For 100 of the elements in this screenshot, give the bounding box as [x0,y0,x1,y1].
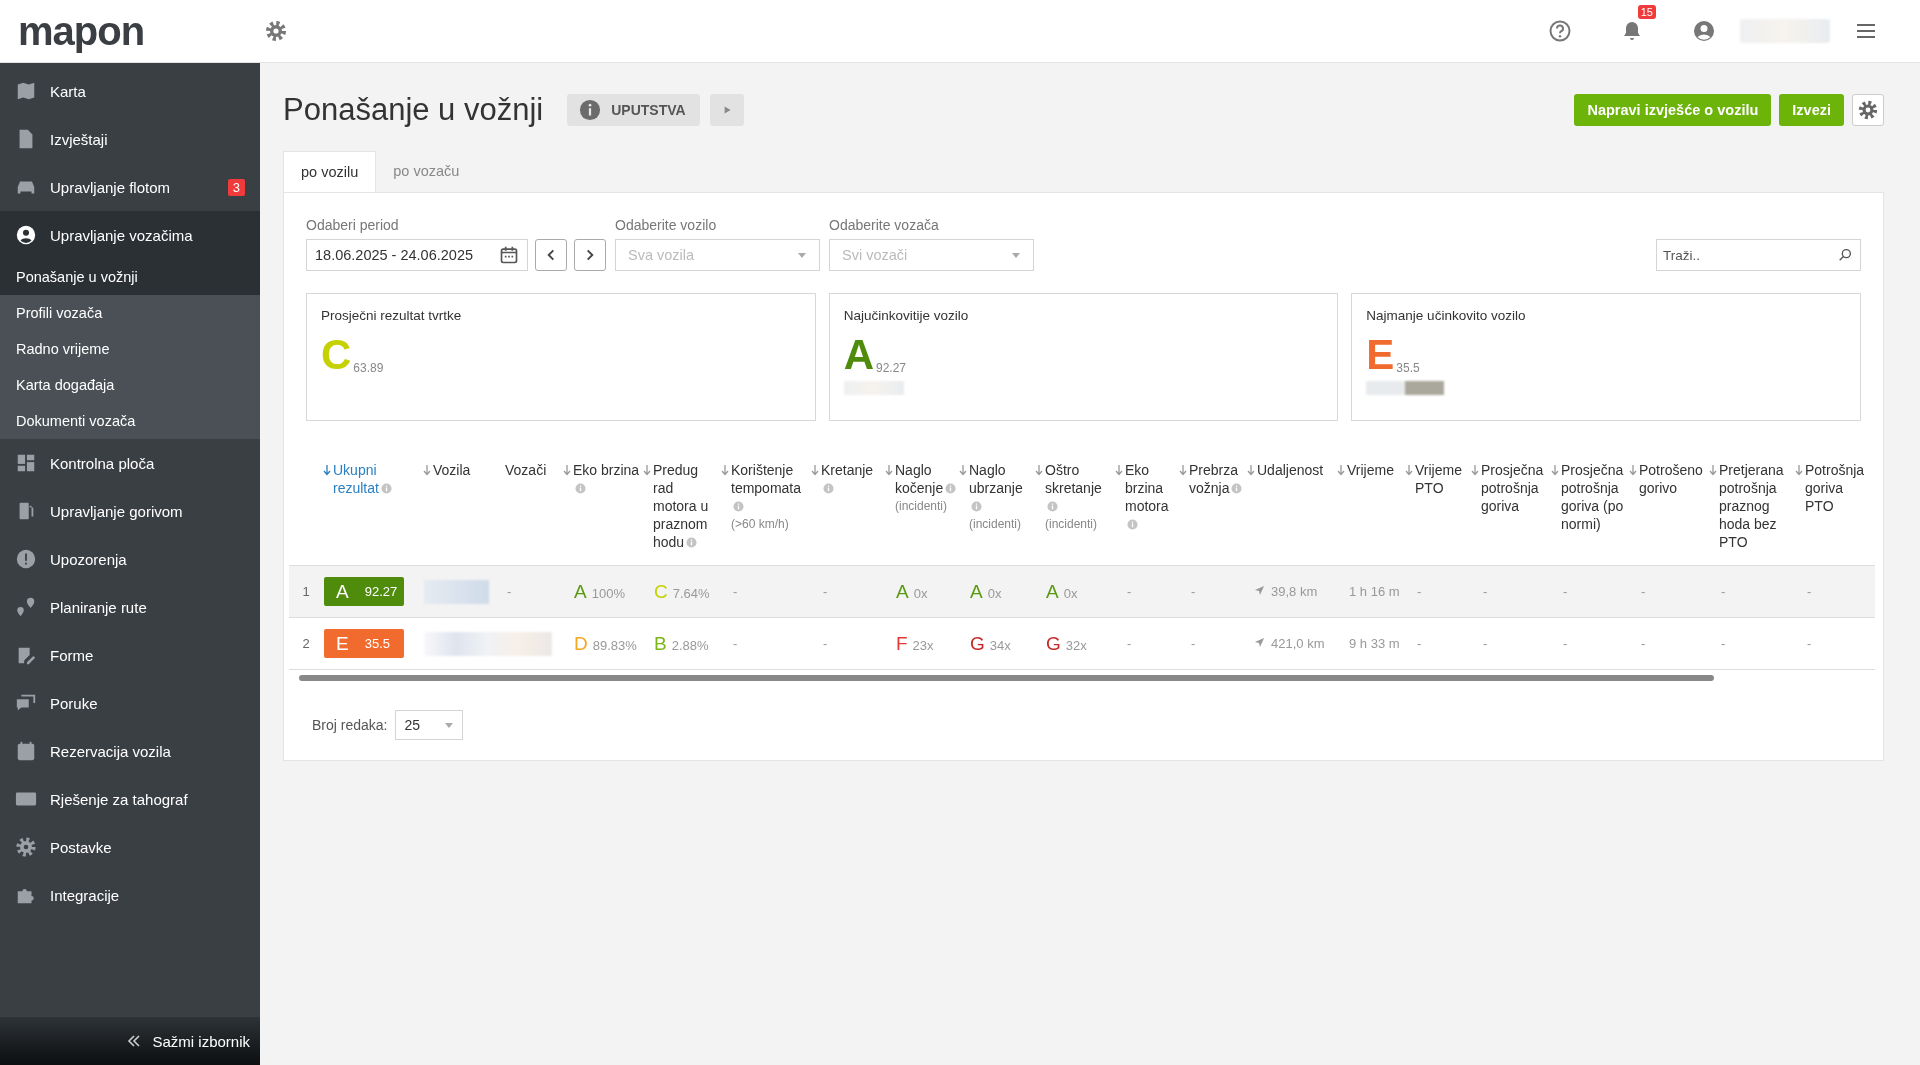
sidebar-subitem[interactable]: Ponašanje u vožnji [0,259,260,295]
column-header[interactable]: Vozila [423,449,495,566]
table-cell: - [495,565,563,618]
table-cell: - [811,565,885,618]
sidebar-item[interactable]: Kontrolna ploča [0,439,260,487]
table-cell: - [1629,617,1709,670]
next-button[interactable] [574,239,606,271]
column-header[interactable]: Kretanje [811,449,885,566]
column-header[interactable]: Naglo ubrzanje (incidenti) [959,449,1035,566]
table-cell: - [1115,617,1179,670]
table-cell: - [1709,617,1795,670]
table-cell: - [1405,617,1471,670]
sidebar-subitem[interactable]: Radno vrijeme [0,331,260,367]
grade-letter: A [843,335,874,375]
sidebar-item[interactable]: Forme [0,631,260,679]
table-cell: - [1795,617,1875,670]
user-icon[interactable] [1692,19,1716,43]
score-value: 63.89 [353,361,384,375]
sidebar-item[interactable]: Upravljanje flotom 3 [0,163,260,211]
settings-button[interactable] [1852,94,1884,126]
column-header[interactable]: Udaljenost [1247,449,1337,566]
rows-per-page-label: Broj redaka: [312,717,388,733]
distance-value: 421,0 km [1271,636,1325,651]
table-cell: - [1179,617,1247,670]
field-label: Odaberite vozača [829,217,940,233]
settings-icon [15,836,37,858]
column-header[interactable]: Eko brzina motora [1115,449,1179,566]
column-header[interactable]: Pretjerana potrošnja praznog hoda bez PTO [1709,449,1795,566]
table-cell: - [1471,617,1551,670]
column-header[interactable]: Predug rad motora u praznom hodu [643,449,721,566]
map-icon [15,80,37,102]
score-value: 92.27 [876,361,907,375]
sidebar-item[interactable]: Izvještaji [0,115,260,163]
column-header[interactable]: Naglo kočenje (incidenti) [885,449,959,566]
score-badge: E 35.5 [324,629,404,658]
column-header[interactable]: Prosječna potrošnja goriva (po normi) [1551,449,1629,566]
grade-value: 2.88% [671,637,709,653]
caret-icon [444,720,455,730]
blurred-name [424,579,489,604]
column-header[interactable]: Vrijeme [1337,449,1405,566]
guide-button[interactable]: UPUTSTVA [567,94,700,126]
table-cell: - [1405,565,1471,618]
table-cell: - [811,617,885,670]
row-number: 2 [289,617,323,670]
caret-icon [1011,250,1021,260]
grade-value: 0x [1063,585,1078,601]
grade-letter: A [574,580,587,602]
distance-value: 39,8 km [1271,584,1318,599]
notification-count: 15 [1637,5,1656,19]
alert-icon [15,548,37,570]
column-header[interactable]: Potrošnja goriva PTO [1795,449,1875,566]
grade-letter: E [1366,335,1395,375]
table-cell: - [1471,565,1551,618]
field-label: Odaberi period [306,217,400,233]
help-icon[interactable] [1548,19,1572,43]
table-cell: - [1551,565,1629,618]
sidebar-item[interactable]: Upravljanje gorivom [0,487,260,535]
column-note: (incidenti) [1045,516,1099,533]
table-cell: 9 h 33 m [1337,617,1405,670]
column-header[interactable]: Potrošeno gorivo [1629,449,1709,566]
sidebar-item[interactable]: Planiranje rute [0,583,260,631]
table-cell: 1 h 16 m [1337,565,1405,618]
logo[interactable]: mapon [18,8,145,54]
sidebar-item[interactable]: Poruke [0,679,260,727]
count-badge: 3 [227,178,245,196]
dashboard-icon [15,452,37,474]
sidebar-item[interactable]: Karta [0,67,260,115]
tab[interactable]: po vozilu [283,151,377,192]
sidebar-item[interactable]: Rješenje za tahograf [0,775,260,823]
sidebar-subitem[interactable]: Profili vozača [0,295,260,331]
sidebar-item[interactable]: Integracije [0,871,260,919]
field-label: Odaberite vozilo [615,217,718,233]
column-note: (>60 km/h) [731,516,790,533]
column-header[interactable]: Prosječna potrošnja goriva [1471,449,1551,566]
column-header[interactable]: Oštro skretanje (incidenti) [1035,449,1115,566]
column-header[interactable]: Ukupni rezultat [323,449,423,566]
grade-value: 100% [591,585,625,601]
score-badge: A 92.27 [324,577,404,606]
collapse-menu-button[interactable]: Sažmi izbornik [0,1017,260,1065]
grade-letter: G [1046,632,1061,654]
column-header[interactable]: Vozači [495,449,563,566]
previous-button[interactable] [535,239,567,271]
grade-letter: F [896,632,908,654]
column-header[interactable]: Korištenje tempomata (>60 km/h) [721,449,811,566]
table-cell: - [1795,565,1875,618]
sidebar-item[interactable]: Upozorenja [0,535,260,583]
user-icon [15,224,37,246]
column-header[interactable]: Eko brzina [563,449,643,566]
sidebar-item[interactable]: Postavke [0,823,260,871]
search-field[interactable]: Traži.. [1656,239,1861,271]
date-range-field[interactable]: 18.06.2025 - 24.06.2025 [306,239,528,271]
grade-value: 23x [912,637,934,653]
column-header[interactable]: Vrijeme PTO [1405,449,1471,566]
sidebar-item[interactable]: Rezervacija vozila [0,727,260,775]
rows-per-page-select[interactable]: 25 [395,710,464,740]
sidebar-subitem[interactable]: Karta događaja [0,367,260,403]
sidebar-subitem[interactable]: Dokumenti vozača [0,403,260,439]
sidebar-item[interactable]: Upravljanje vozačima [0,211,260,259]
settings-icon[interactable] [264,19,289,43]
column-header[interactable]: Prebrza vožnja [1179,449,1247,566]
